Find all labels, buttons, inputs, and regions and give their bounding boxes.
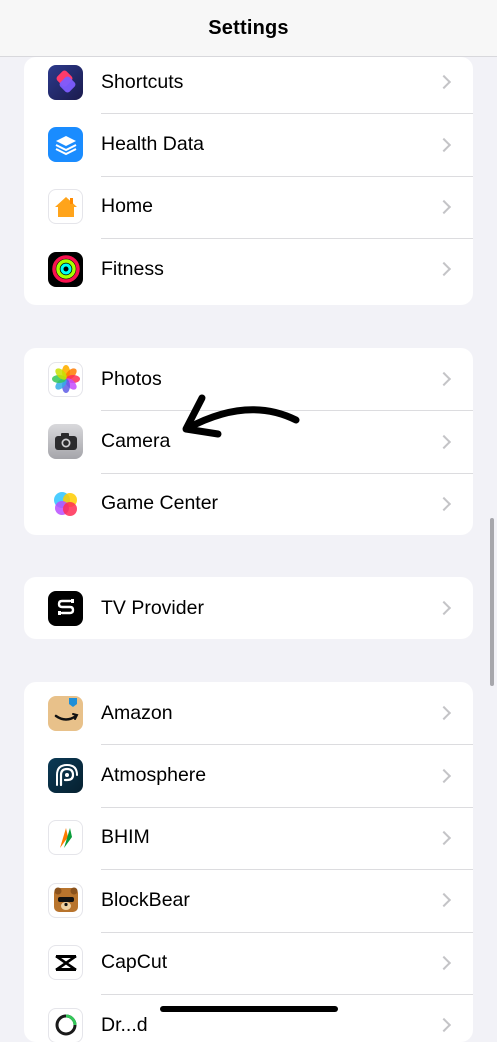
chevron-right-icon: [436, 830, 452, 846]
amazon-icon: [48, 695, 83, 731]
settings-row-tv-provider[interactable]: TV Provider: [24, 577, 473, 639]
bhim-icon: [48, 820, 83, 856]
settings-row-label: CapCut: [101, 951, 168, 974]
settings-row-label: Amazon: [101, 701, 173, 724]
settings-row-label: Home: [101, 195, 154, 218]
tv-provider-icon: [48, 590, 83, 626]
settings-row-label: Photos: [101, 367, 162, 390]
settings-row-game-center[interactable]: Game Center: [24, 472, 473, 535]
settings-row-label: Game Center: [101, 492, 219, 515]
settings-row-home[interactable]: Home: [24, 175, 473, 238]
settings-row-bhim[interactable]: BHIM: [24, 806, 473, 869]
app-icon: [48, 1007, 83, 1042]
settings-row-label: Camera: [101, 430, 171, 453]
settings-row-label: Fitness: [101, 257, 164, 280]
home-indicator[interactable]: [160, 1006, 338, 1012]
chevron-right-icon: [436, 1018, 452, 1033]
chevron-right-icon: [436, 768, 452, 783]
chevron-right-icon: [436, 75, 452, 90]
settings-row-label: Health Data: [101, 133, 204, 156]
navigation-bar: Settings: [0, 0, 497, 57]
photos-icon: [48, 361, 83, 397]
settings-row-capcut[interactable]: CapCut: [24, 931, 473, 994]
health-data-icon: [48, 127, 83, 163]
chevron-right-icon: [436, 955, 452, 970]
chevron-right-icon: [436, 706, 452, 721]
shortcuts-icon: [48, 64, 83, 100]
settings-row-label: Dr...d: [101, 1013, 148, 1036]
settings-group-third-party-apps: Amazon Atmosphere BHIM BlockBear CapCut: [24, 682, 473, 1042]
atmosphere-icon: [48, 758, 83, 794]
chevron-right-icon: [436, 372, 452, 387]
settings-row-label: BlockBear: [101, 888, 190, 911]
settings-row-label: BHIM: [101, 826, 150, 849]
chevron-right-icon: [436, 137, 452, 152]
hand-drawn-arrow-icon: [182, 394, 300, 438]
settings-row-amazon[interactable]: Amazon: [24, 682, 473, 744]
home-icon: [48, 189, 83, 225]
settings-group-tv-provider: TV Provider: [24, 577, 473, 639]
capcut-icon: [48, 945, 83, 981]
chevron-right-icon: [436, 601, 452, 616]
camera-icon: [48, 424, 83, 460]
settings-row-blockbear[interactable]: BlockBear: [24, 869, 473, 931]
blockbear-icon: [48, 882, 83, 918]
chevron-right-icon: [436, 434, 452, 449]
chevron-right-icon: [436, 893, 452, 908]
settings-row-label: Shortcuts: [101, 70, 184, 93]
scrollbar[interactable]: [490, 518, 494, 686]
settings-group-system-apps: Shortcuts Health Data Home Fitness: [24, 57, 473, 305]
chevron-right-icon: [436, 496, 452, 512]
settings-row-health-data[interactable]: Health Data: [24, 113, 473, 175]
chevron-right-icon: [436, 262, 452, 277]
settings-group-media: Photos Camera Game Center: [24, 348, 473, 535]
page-title: Settings: [208, 16, 289, 39]
settings-row-partial[interactable]: Dr...d: [24, 993, 473, 1042]
settings-row-shortcuts[interactable]: Shortcuts: [24, 57, 473, 113]
fitness-icon: [48, 251, 83, 287]
settings-row-fitness[interactable]: Fitness: [24, 238, 473, 300]
chevron-right-icon: [436, 199, 452, 215]
settings-row-atmosphere[interactable]: Atmosphere: [24, 744, 473, 806]
game-center-icon: [48, 486, 83, 522]
settings-row-label: TV Provider: [101, 596, 204, 619]
settings-row-label: Atmosphere: [101, 764, 207, 787]
